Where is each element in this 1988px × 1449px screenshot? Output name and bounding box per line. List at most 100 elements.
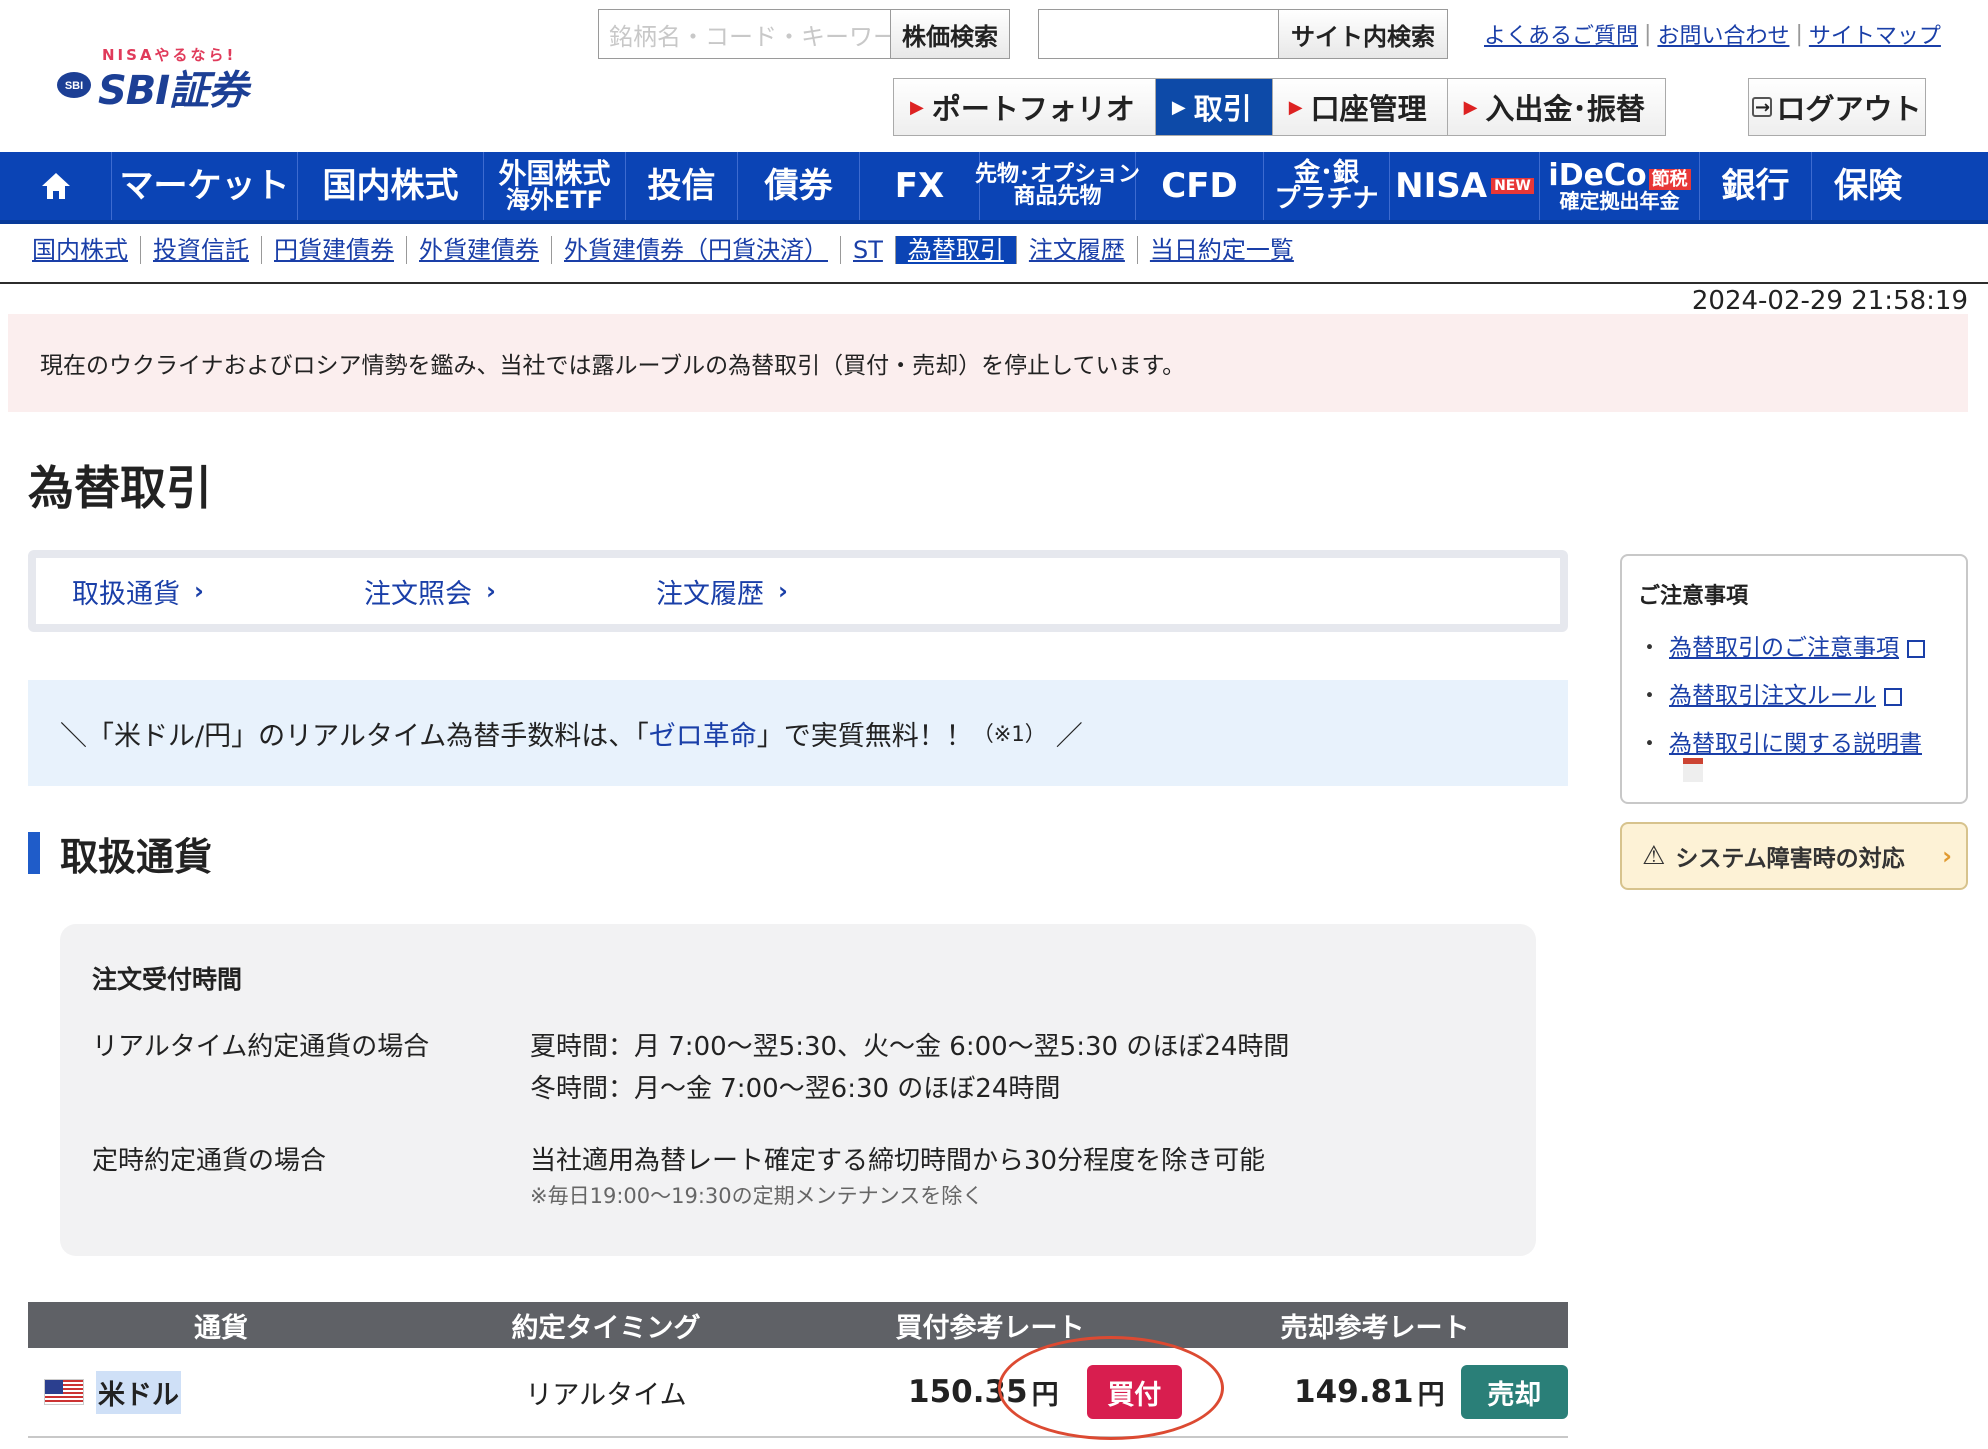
section-title: 取扱通貨 [28, 828, 213, 879]
bullet: ・ [1638, 731, 1661, 757]
nav-label-line2: プラチナ [1274, 184, 1379, 214]
caution-title: ご注意事項 [1638, 584, 1749, 609]
faq-link[interactable]: よくあるご質問 [1484, 18, 1638, 50]
top-links: よくあるご質問 | お問い合わせ | サイトマップ [1484, 18, 1941, 50]
tab-portfolio[interactable]: ▶ ポートフォリオ [894, 79, 1156, 135]
sitemap-link[interactable]: サイトマップ [1809, 18, 1941, 50]
chevron-right-icon: › [1942, 842, 1952, 870]
site-search: サイト内検索 [1038, 9, 1448, 59]
zero-revolution-link[interactable]: ゼロ革命 [649, 714, 757, 753]
subnav-fx-trade[interactable]: 為替取引 [894, 236, 1016, 264]
currency-name[interactable]: 米ドル [96, 1370, 181, 1414]
section-tabs: 取扱通貨 › 注文照会 › 注文履歴 › [28, 550, 1568, 632]
nav-label-line1: iDeCo 節税 [1548, 161, 1691, 191]
nav-label: NISA [1395, 166, 1488, 206]
triangle-icon: ▶ [1171, 96, 1186, 118]
tax-badge: 節税 [1648, 169, 1691, 190]
sbi-badge-icon: SBI [57, 72, 91, 98]
nav-domestic-stocks[interactable]: 国内株式 [298, 152, 484, 220]
subnav-foreign-bonds[interactable]: 外貨建債券 [406, 236, 551, 264]
contact-link[interactable]: お問い合わせ [1657, 18, 1789, 50]
logout-label: ログアウト [1776, 92, 1922, 126]
subnav-domestic-stocks[interactable]: 国内株式 [26, 236, 140, 264]
nav-home[interactable] [0, 152, 112, 220]
header-tabs: ▶ ポートフォリオ ▶ 取引 ▶ 口座管理 ▶ 入出金･振替 [893, 78, 1666, 136]
external-link-icon [1907, 639, 1925, 658]
column-header-sell-rate: 売却参考レート [1280, 1312, 1470, 1344]
nav-cfd[interactable]: CFD [1136, 152, 1264, 220]
stock-search-button[interactable]: 株価検索 [891, 10, 1009, 58]
tab-currencies[interactable]: 取扱通貨 › [72, 572, 364, 611]
sub-nav: 国内株式 投資信託 円貨建債券 外貨建債券 外貨建債券（円貨決済） ST 為替取… [26, 236, 1306, 264]
sbi-logo[interactable]: NISAやるなら! SBI SBI証券 [54, 44, 284, 114]
hours-scheduled-text: 当社適用為替レート確定する締切時間から30分程度を除き可能 [530, 1146, 1266, 1176]
caution-link-notes[interactable]: 為替取引のご注意事項 [1669, 635, 1899, 661]
section-title-text: 取扱通貨 [60, 834, 213, 879]
nav-bonds[interactable]: 債券 [738, 152, 860, 220]
nav-funds[interactable]: 投信 [626, 152, 738, 220]
sell-rate: 149.81 [1294, 1374, 1414, 1410]
external-link-icon [1884, 687, 1902, 706]
timing-cell: リアルタイム [525, 1379, 687, 1411]
warning-icon: ⚠ [1642, 841, 1666, 871]
triangle-icon: ▶ [910, 96, 924, 118]
table-header: 通貨 約定タイミング 買付参考レート 売却参考レート [28, 1302, 1568, 1348]
sell-rate-cell: 149.81 円 売却 [1182, 1365, 1568, 1419]
subnav-funds[interactable]: 投資信託 [140, 236, 261, 264]
hours-winter: 冬時間：月～金 7:00～翌6:30 のほぼ24時間 [530, 1074, 1061, 1104]
site-search-input[interactable] [1039, 10, 1279, 58]
section-bar [28, 832, 40, 874]
tab-label: 入出金･振替 [1485, 92, 1645, 126]
tab-order-inquiry[interactable]: 注文照会 › [364, 572, 656, 611]
bullet: ・ [1638, 635, 1661, 661]
tab-account[interactable]: ▶ 口座管理 [1272, 79, 1448, 135]
caution-link-rules[interactable]: 為替取引注文ルール [1669, 683, 1876, 709]
nav-bank[interactable]: 銀行 [1700, 152, 1812, 220]
highlight-circle-annotation [998, 1336, 1224, 1440]
nav-fx[interactable]: FX [860, 152, 980, 220]
currency-table: 通貨 約定タイミング 買付参考レート 売却参考レート 米ドル リアルタイム 15… [28, 1302, 1568, 1438]
link-separator: | [1644, 21, 1652, 47]
caution-box: ご注意事項 ・ 為替取引のご注意事項 ・ 為替取引注文ルール ・ 為替取引に関す… [1620, 554, 1968, 804]
chevron-right-icon: › [194, 577, 204, 605]
nav-insurance[interactable]: 保険 [1812, 152, 1924, 220]
tab-order-history[interactable]: 注文履歴 › [656, 572, 948, 611]
tab-deposit-transfer[interactable]: ▶ 入出金･振替 [1447, 79, 1665, 135]
subnav-st[interactable]: ST [840, 236, 895, 264]
pdf-icon [1683, 758, 1703, 782]
system-failure-button[interactable]: ⚠ システム障害時の対応 › [1620, 822, 1968, 890]
tab-label: 注文照会 [364, 578, 472, 610]
triangle-icon: ▶ [1463, 96, 1478, 118]
logo-text: SBI証券 [98, 68, 248, 114]
nav-label-line1: 外国株式 [498, 157, 611, 190]
subnav-foreign-bonds-yen[interactable]: 外貨建債券（円貨決済） [551, 236, 840, 264]
nav-foreign-stocks[interactable]: 外国株式 海外ETF [484, 152, 626, 220]
hours-row-scheduled: 定時約定通貨の場合 当社適用為替レート確定する締切時間から30分程度を除き可能 … [92, 1140, 1504, 1210]
subnav-today-executions[interactable]: 当日約定一覧 [1136, 236, 1306, 264]
notice-banner: 現在のウクライナおよびロシア情勢を鑑み、当社では露ルーブルの為替取引（買付・売却… [8, 314, 1968, 412]
nav-futures-options[interactable]: 先物･オプション 商品先物 [975, 152, 1140, 220]
system-failure-label: システム障害時の対応 [1675, 846, 1905, 872]
caution-link-manual[interactable]: 為替取引に関する説明書 [1669, 731, 1922, 757]
bullet: ・ [1638, 683, 1661, 709]
tab-label: 取扱通貨 [72, 578, 180, 610]
nav-ideco[interactable]: iDeCo 節税 確定拠出年金 [1540, 152, 1700, 220]
nav-label-line2: 確定拠出年金 [1559, 189, 1680, 213]
site-search-button[interactable]: サイト内検索 [1279, 10, 1447, 58]
subnav-order-history[interactable]: 注文履歴 [1015, 236, 1137, 264]
stock-search-input[interactable]: 銘柄名・コード・キーワード [599, 10, 891, 58]
nav-gold-silver[interactable]: 金･銀 プラチナ [1264, 152, 1390, 220]
caution-item: ・ 為替取引注文ルール [1638, 676, 1950, 710]
subnav-yen-bonds[interactable]: 円貨建債券 [261, 236, 406, 264]
table-row: 米ドル リアルタイム 150.35 円 買付 149.81 円 売却 [28, 1348, 1568, 1438]
sell-button[interactable]: 売却 [1460, 1365, 1568, 1419]
promo-end: ／ [1055, 720, 1083, 752]
nav-market[interactable]: マーケット [112, 152, 298, 220]
link-separator: | [1795, 21, 1803, 47]
nav-nisa[interactable]: NISA NEW [1390, 152, 1540, 220]
chevron-right-icon: › [778, 577, 788, 605]
logout-button[interactable]: → ログアウト [1748, 78, 1926, 136]
tab-label: ポートフォリオ [931, 92, 1135, 126]
tab-trade[interactable]: ▶ 取引 [1155, 79, 1273, 135]
hours-summer: 夏時間：月 7:00～翌5:30、火～金 6:00～翌5:30 のほぼ24時間 [530, 1032, 1290, 1062]
